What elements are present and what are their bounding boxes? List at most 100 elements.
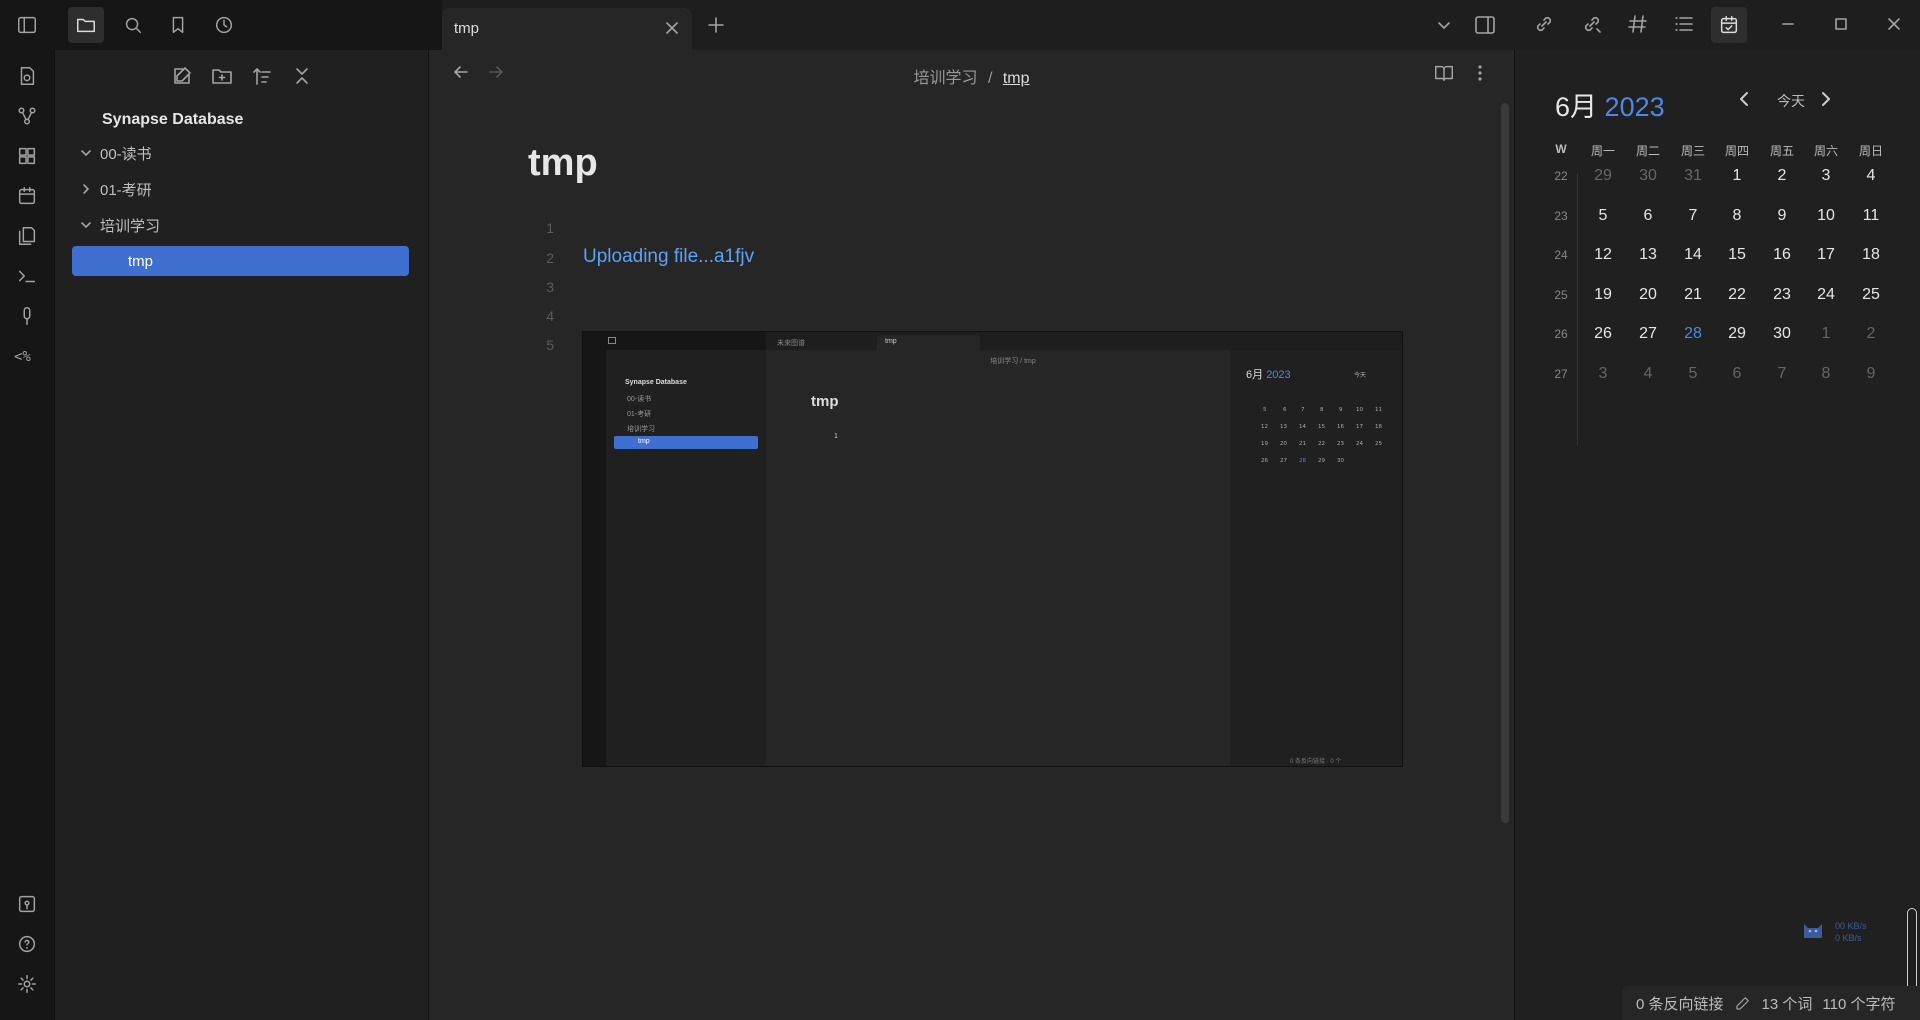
calendar-day[interactable]: 5 [1583, 207, 1623, 225]
tab-list-chevron-icon[interactable] [1434, 15, 1454, 35]
open-vault-icon[interactable] [13, 890, 41, 918]
toggle-right-sidebar-icon[interactable] [1473, 13, 1497, 37]
calendar-day[interactable]: 30 [1628, 167, 1668, 185]
calendar-day[interactable]: 16 [1762, 246, 1802, 264]
today-button[interactable]: 今天 [1777, 91, 1805, 111]
calendar-view-icon[interactable] [1711, 7, 1747, 43]
calendar-day[interactable]: 7 [1673, 207, 1713, 225]
outgoing-links-icon[interactable] [1580, 12, 1604, 36]
daily-note-icon[interactable] [13, 182, 41, 210]
maximize-icon[interactable] [1831, 14, 1851, 34]
toggle-left-sidebar-icon[interactable] [9, 7, 45, 43]
folder-01-exam[interactable]: 01-考研 [72, 174, 409, 204]
backlinks-icon[interactable] [1532, 12, 1556, 36]
canvas-icon[interactable] [13, 142, 41, 170]
calendar-day[interactable]: 1 [1717, 167, 1757, 185]
bookmark-icon[interactable] [160, 7, 196, 43]
calendar-day[interactable]: 6 [1628, 207, 1668, 225]
week-number[interactable]: 24 [1551, 248, 1571, 262]
calendar-day[interactable]: 29 [1583, 167, 1623, 185]
calendar-day[interactable]: 19 [1583, 286, 1623, 304]
calendar-day[interactable]: 9 [1851, 365, 1891, 383]
calendar-day[interactable]: 24 [1806, 286, 1846, 304]
audio-recorder-icon[interactable] [13, 302, 41, 330]
recent-files-icon[interactable] [206, 7, 242, 43]
mini-vault-name: Synapse Database [625, 379, 687, 386]
calendar-day[interactable]: 2 [1762, 167, 1802, 185]
calendar-day[interactable]: 10 [1806, 207, 1846, 225]
calendar-day[interactable]: 25 [1851, 286, 1891, 304]
week-number[interactable]: 27 [1551, 367, 1571, 381]
reading-view-icon[interactable] [1433, 62, 1455, 84]
graph-view-icon[interactable] [13, 102, 41, 130]
calendar-day[interactable]: 22 [1717, 286, 1757, 304]
next-month-icon[interactable] [1815, 89, 1835, 109]
calendar-day[interactable]: 14 [1673, 246, 1713, 264]
search-icon[interactable] [115, 7, 151, 43]
note-title[interactable]: tmp [528, 142, 598, 185]
collapse-all-icon[interactable] [290, 64, 314, 88]
calendar-day[interactable]: 1 [1806, 325, 1846, 343]
calendar-day[interactable]: 28 [1673, 325, 1713, 343]
calendar-day[interactable]: 15 [1717, 246, 1757, 264]
close-tab-icon[interactable] [664, 20, 680, 36]
more-options-icon[interactable] [1470, 62, 1490, 84]
calendar-day[interactable]: 3 [1806, 167, 1846, 185]
editor-scrollbar[interactable] [1501, 103, 1509, 823]
week-number[interactable]: 26 [1551, 327, 1571, 341]
edit-mode-icon[interactable] [1734, 994, 1752, 1012]
calendar-day[interactable]: 31 [1673, 167, 1713, 185]
breadcrumb-parent[interactable]: 培训学习 [913, 70, 977, 87]
calendar-day[interactable]: 18 [1851, 246, 1891, 264]
file-tmp[interactable]: tmp [72, 246, 409, 276]
calendar-day[interactable]: 17 [1806, 246, 1846, 264]
calendar-day[interactable]: 6 [1717, 365, 1757, 383]
folder-00-reading[interactable]: 00-读书 [72, 138, 409, 168]
calendar-day[interactable]: 26 [1583, 325, 1623, 343]
new-folder-icon[interactable] [210, 64, 234, 88]
calendar-day[interactable]: 12 [1583, 246, 1623, 264]
calendar-day[interactable]: 21 [1673, 286, 1713, 304]
tags-icon[interactable] [1626, 12, 1650, 36]
folder-training[interactable]: 培训学习 [72, 210, 409, 240]
backlinks-count[interactable]: 0 条反向链接 [1636, 993, 1724, 1014]
week-number[interactable]: 22 [1551, 169, 1571, 183]
minimize-icon[interactable] [1778, 14, 1798, 34]
calendar-day[interactable]: 5 [1673, 365, 1713, 383]
calendar-day[interactable]: 9 [1762, 207, 1802, 225]
calendar-day[interactable]: 2 [1851, 325, 1891, 343]
outline-icon[interactable] [1672, 12, 1696, 36]
breadcrumb-current[interactable]: tmp [1003, 70, 1030, 87]
week-column-divider [1577, 173, 1578, 445]
calendar-day[interactable]: 27 [1628, 325, 1668, 343]
command-palette-icon[interactable] [13, 262, 41, 290]
new-note-icon[interactable] [170, 64, 194, 88]
files-icon[interactable] [68, 7, 104, 43]
calendar-day[interactable]: 7 [1762, 365, 1802, 383]
templater-icon[interactable]: <% [13, 342, 41, 370]
uploading-link[interactable]: Uploading file...a1fjv [583, 246, 754, 268]
templates-icon[interactable] [13, 222, 41, 250]
calendar-day[interactable]: 4 [1851, 167, 1891, 185]
calendar-day[interactable]: 23 [1762, 286, 1802, 304]
week-number[interactable]: 25 [1551, 288, 1571, 302]
calendar-day[interactable]: 8 [1806, 365, 1846, 383]
breadcrumb-separator: / [987, 70, 993, 87]
calendar-day[interactable]: 8 [1717, 207, 1757, 225]
calendar-day[interactable]: 30 [1762, 325, 1802, 343]
calendar-day[interactable]: 13 [1628, 246, 1668, 264]
prev-month-icon[interactable] [1735, 89, 1755, 109]
close-window-icon[interactable] [1884, 14, 1904, 34]
new-tab-icon[interactable] [705, 14, 727, 36]
calendar-day[interactable]: 4 [1628, 365, 1668, 383]
calendar-day[interactable]: 20 [1628, 286, 1668, 304]
open-quick-switcher-icon[interactable] [13, 62, 41, 90]
calendar-day[interactable]: 29 [1717, 325, 1757, 343]
calendar-day[interactable]: 11 [1851, 207, 1891, 225]
calendar-day[interactable]: 3 [1583, 365, 1623, 383]
sort-order-icon[interactable] [250, 64, 274, 88]
week-number[interactable]: 23 [1551, 209, 1571, 223]
tab-tmp[interactable]: tmp [442, 8, 692, 50]
help-icon[interactable] [13, 930, 41, 958]
settings-gear-icon[interactable] [13, 970, 41, 998]
